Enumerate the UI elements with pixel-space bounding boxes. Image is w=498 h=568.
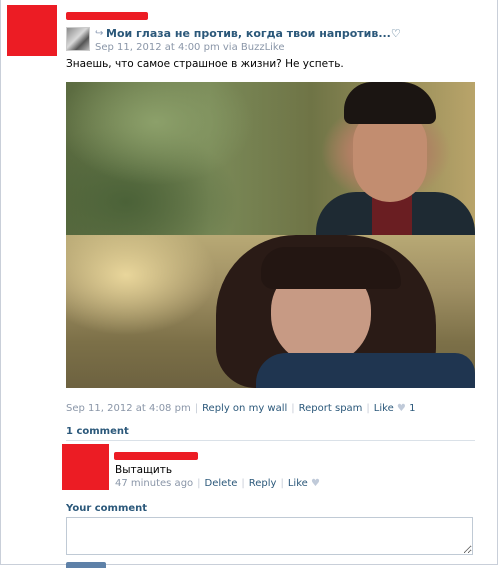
comment-like-link[interactable]: Like bbox=[288, 478, 308, 489]
send-comment-button[interactable] bbox=[66, 562, 106, 568]
separator: | bbox=[194, 403, 199, 414]
author-avatar-redacted bbox=[7, 5, 57, 56]
repost-icon: ↪ bbox=[95, 28, 104, 39]
comment-delete-link[interactable]: Delete bbox=[205, 478, 238, 489]
source-title-link[interactable]: Мои глаза не против, когда твои напротив… bbox=[106, 27, 401, 40]
separator: | bbox=[241, 478, 245, 489]
like-count[interactable]: 1 bbox=[409, 403, 415, 414]
commenter-name-redacted bbox=[114, 452, 198, 460]
photo-top-half bbox=[66, 82, 475, 235]
photo-shape bbox=[344, 82, 436, 124]
separator: | bbox=[280, 478, 284, 489]
comment-input[interactable] bbox=[66, 517, 473, 555]
comment-like-heart-icon[interactable]: ♥ bbox=[311, 478, 320, 489]
commenter-avatar-redacted bbox=[62, 444, 109, 490]
source-title-text: Мои глаза не против, когда твои напротив… bbox=[106, 27, 391, 40]
comment-meta: 47 minutes ago | Delete | Reply | Like ♥ bbox=[115, 478, 320, 489]
photo-shape bbox=[261, 247, 401, 289]
photo-shape bbox=[256, 353, 475, 388]
comments-count-link[interactable]: 1 comment bbox=[66, 426, 129, 437]
post-text: Знаешь, что самое страшное в жизни? Не у… bbox=[66, 58, 344, 70]
comment-time: 47 minutes ago bbox=[115, 478, 194, 489]
your-comment-label: Your comment bbox=[66, 503, 148, 514]
reply-on-wall-link[interactable]: Reply on my wall bbox=[202, 403, 287, 414]
photo-bottom-half bbox=[66, 235, 475, 388]
source-date: Sep 11, 2012 at 4:00 pm via BuzzLike bbox=[95, 42, 285, 53]
divider bbox=[66, 440, 475, 441]
comment-text: Вытащить bbox=[115, 464, 173, 476]
comment-reply-link[interactable]: Reply bbox=[249, 478, 277, 489]
heart-icon: ♡ bbox=[390, 27, 401, 40]
like-heart-icon[interactable]: ♥ bbox=[397, 403, 406, 414]
author-name-redacted bbox=[66, 12, 148, 20]
post-meta: Sep 11, 2012 at 4:08 pm | Reply on my wall… bbox=[66, 403, 415, 414]
source-avatar[interactable] bbox=[66, 27, 90, 51]
post-photo[interactable] bbox=[66, 82, 475, 388]
like-link[interactable]: Like bbox=[374, 403, 394, 414]
separator: | bbox=[291, 403, 295, 414]
separator: | bbox=[366, 403, 370, 414]
post-date: Sep 11, 2012 at 4:08 pm bbox=[66, 403, 191, 414]
report-spam-link[interactable]: Report spam bbox=[299, 403, 363, 414]
separator: | bbox=[197, 478, 201, 489]
